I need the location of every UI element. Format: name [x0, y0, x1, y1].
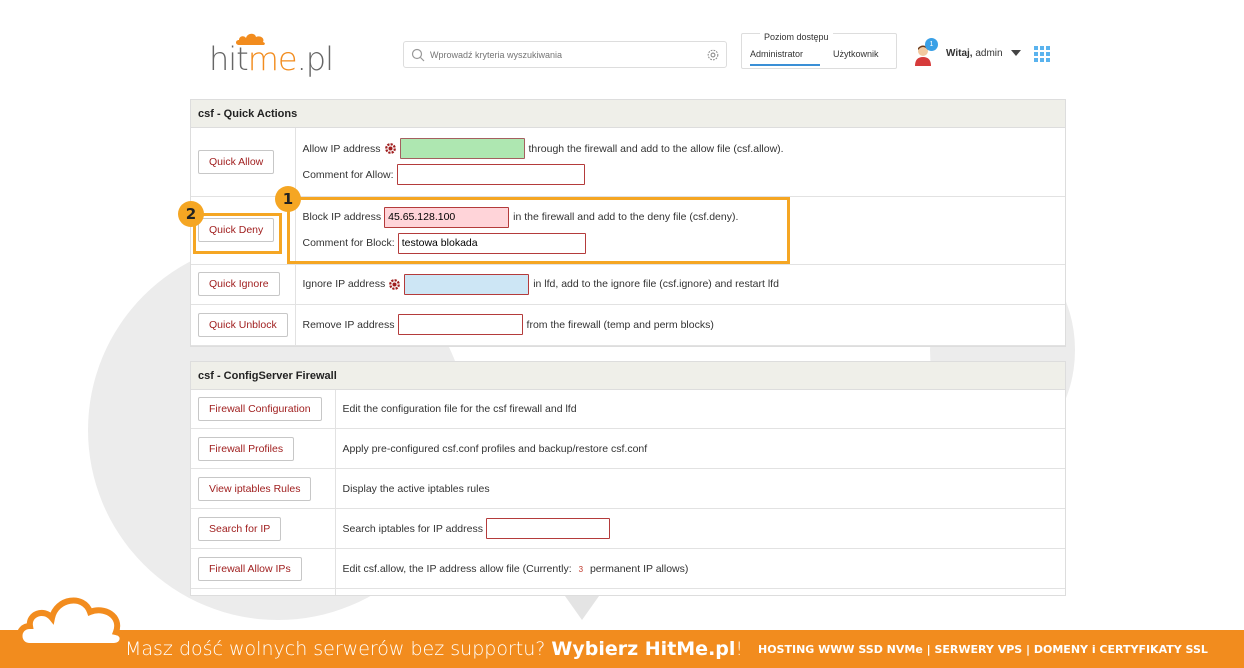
- footer-text-bold[interactable]: Wybierz HitMe.pl: [551, 638, 735, 660]
- access-level-title: Poziom dostępu: [760, 32, 833, 42]
- quick-ignore-button[interactable]: Quick Ignore: [198, 272, 280, 296]
- scroll-down-arrow: [565, 596, 599, 620]
- highlight-box-block-ip: [287, 197, 790, 264]
- row-description: Edit the configuration file for the csf …: [342, 402, 577, 415]
- settings-gear-icon[interactable]: [706, 48, 720, 62]
- firewall-profiles-button[interactable]: Firewall Profiles: [198, 436, 295, 461]
- chevron-down-icon[interactable]: [1011, 50, 1021, 56]
- table-row: Firewall Allow IPs Edit csf.allow, the I…: [191, 548, 1065, 589]
- ignore-ip-input[interactable]: [404, 273, 530, 295]
- search-for-ip-button[interactable]: Search for IP: [198, 516, 282, 541]
- table-row: Quick Unblock Remove IP address from the…: [191, 304, 1065, 346]
- view-iptables-rules-button[interactable]: View iptables Rules: [198, 476, 312, 501]
- section-title: csf - Quick Actions: [191, 100, 1065, 128]
- welcome-user: admin: [972, 48, 1003, 59]
- footer-text-plain: Masz dość wolnych serwerów bez supportu?: [125, 638, 552, 660]
- welcome-bold: Witaj,: [946, 48, 973, 59]
- main-content: csf - Quick Actions Quick Allow Allow IP…: [190, 99, 1066, 596]
- ignore-ip-label: Ignore IP address: [302, 278, 386, 290]
- allow-comment-input[interactable]: [396, 164, 585, 186]
- remove-ip-label: Remove IP address: [302, 318, 395, 331]
- step-marker-2: 2: [178, 201, 204, 227]
- table-row: [191, 588, 1065, 595]
- footer-text-end: !: [735, 638, 744, 660]
- row-description: Search iptables for IP address: [342, 522, 483, 535]
- row-description: Edit csf.allow, the IP address allow fil…: [342, 562, 572, 575]
- firewall-section: csf - ConfigServer Firewall Firewall Con…: [190, 360, 1066, 596]
- cloud-logo-icon: [16, 597, 126, 649]
- logo[interactable]: hitme.pl: [209, 40, 334, 78]
- remove-ip-input[interactable]: [397, 314, 523, 335]
- table-row: Firewall Profiles Apply pre-configured c…: [191, 428, 1065, 469]
- search-input[interactable]: [430, 49, 706, 60]
- tab-user[interactable]: Użytkownik: [833, 49, 879, 64]
- logo-text-pl: .pl: [296, 40, 334, 78]
- row-description-end: permanent IP allows): [589, 562, 689, 575]
- welcome-text: Witaj, admin: [946, 48, 1003, 59]
- gear-icon[interactable]: [384, 142, 397, 155]
- row-description: Display the active iptables rules: [342, 482, 490, 495]
- top-header: hitme.pl Poziom dostępu Administrator Uż…: [175, 0, 1070, 90]
- row-description: Apply pre-configured csf.conf profiles a…: [342, 442, 648, 455]
- search-ip-input[interactable]: [485, 518, 610, 539]
- search-field[interactable]: [403, 41, 727, 68]
- tab-administrator[interactable]: Administrator: [750, 49, 820, 66]
- allow-comment-label: Comment for Allow:: [302, 168, 394, 181]
- step-marker-1: 1: [275, 186, 301, 212]
- footer-services: HOSTING WWW SSD NVMe | SERWERY VPS | DOM…: [758, 643, 1208, 656]
- ignore-suffix: in lfd, add to the ignore file (csf.igno…: [533, 278, 779, 290]
- table-row: Quick Ignore Ignore IP address in lfd, a…: [191, 264, 1065, 305]
- section-title: csf - ConfigServer Firewall: [191, 361, 1065, 390]
- apps-grid-icon[interactable]: [1034, 46, 1050, 62]
- allow-ip-input[interactable]: [399, 138, 525, 160]
- search-icon: [411, 48, 425, 61]
- unblock-suffix: from the firewall (temp and perm blocks): [526, 318, 714, 331]
- cloud-logo-icon: [236, 33, 265, 45]
- firewall-configuration-button[interactable]: Firewall Configuration: [198, 396, 322, 421]
- quick-unblock-button[interactable]: Quick Unblock: [198, 312, 288, 337]
- table-row: Quick Allow Allow IP address through the…: [191, 128, 1065, 197]
- allow-ip-label: Allow IP address: [302, 142, 381, 155]
- allow-suffix: through the firewall and add to the allo…: [528, 142, 784, 155]
- table-row: Search for IP Search iptables for IP add…: [191, 508, 1065, 549]
- table-row: View iptables Rules Display the active i…: [191, 468, 1065, 509]
- gear-icon[interactable]: [388, 278, 401, 291]
- allow-count: 3: [578, 564, 584, 574]
- notification-badge[interactable]: 1: [925, 38, 938, 51]
- highlight-box-quick-deny: [193, 213, 282, 254]
- footer-slogan: Masz dość wolnych serwerów bez supportu?…: [125, 638, 743, 660]
- firewall-allow-ips-button[interactable]: Firewall Allow IPs: [198, 556, 302, 581]
- access-level-switcher: Poziom dostępu Administrator Użytkownik: [741, 32, 897, 69]
- quick-allow-button[interactable]: Quick Allow: [198, 149, 275, 174]
- table-row: Firewall Configuration Edit the configur…: [191, 389, 1065, 429]
